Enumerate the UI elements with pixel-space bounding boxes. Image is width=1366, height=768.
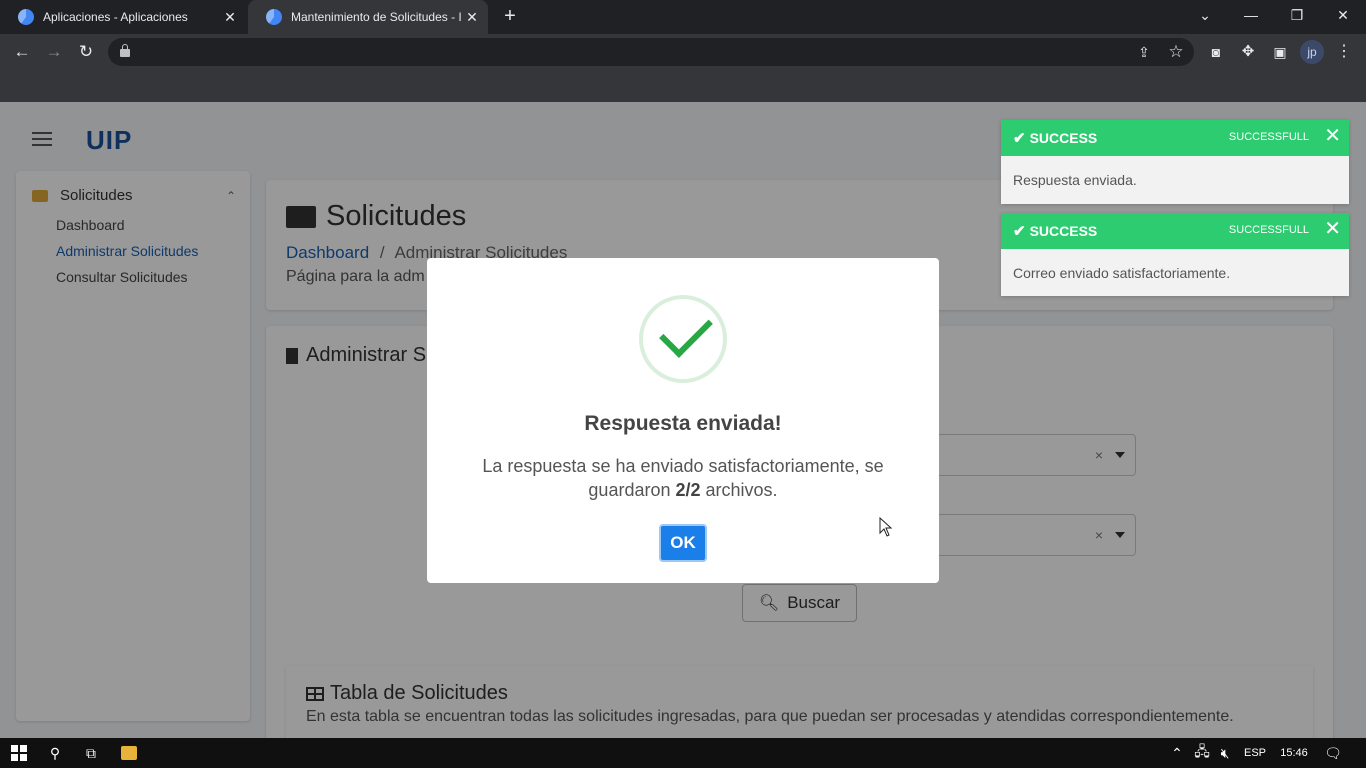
dialog-message: La respuesta se ha enviado satisfactoria…	[467, 454, 899, 502]
lock-icon	[120, 44, 130, 58]
toast-title: SUCCESS	[1029, 130, 1098, 146]
site-favicon-icon	[266, 9, 282, 25]
windows-logo-icon	[11, 745, 27, 761]
toast-close-icon[interactable]: ✕	[1324, 126, 1341, 146]
tray-chevron-up-icon[interactable]: ⌃	[1168, 738, 1186, 768]
share-icon[interactable]: ⇪	[1132, 40, 1156, 64]
ok-button[interactable]: OK	[659, 524, 707, 562]
camera-icon[interactable]: ◙	[1204, 40, 1228, 64]
toast-status: SUCCESSFULL	[1228, 224, 1309, 236]
menu-kebab-icon[interactable]: ⋮	[1332, 40, 1356, 64]
task-view-icon[interactable]: ⧉	[80, 738, 102, 768]
check-icon: ✔	[1013, 130, 1026, 147]
profile-avatar[interactable]: jp	[1300, 40, 1324, 64]
store-app-icon[interactable]	[118, 738, 140, 768]
tab-close-icon[interactable]: ✕	[464, 9, 480, 25]
dialog-file-count: 2/2	[675, 480, 701, 500]
language-indicator[interactable]: ESP	[1240, 738, 1270, 768]
reload-button[interactable]: ↻	[74, 40, 98, 64]
bookmark-bar	[0, 70, 1366, 102]
extensions-icon[interactable]: ✥	[1236, 40, 1260, 64]
dialog-message-suffix: archivos.	[700, 480, 778, 500]
volume-muted-icon[interactable]: 🔇︎	[1216, 738, 1234, 768]
web-page: UIP Solicitudes ⌃ Dashboard Administrar …	[0, 102, 1366, 738]
windows-taskbar: ⚲ ⧉ ⌃ 🖧︎ 🔇︎ ESP 15:46 🗨︎	[0, 738, 1366, 768]
check-icon: ✔	[1013, 223, 1026, 240]
tab-mantenimiento-solicitudes[interactable]: Mantenimiento de Solicitudes - I ✕	[248, 0, 488, 34]
toast-message: Correo enviado satisfactoriamente.	[1013, 265, 1231, 281]
toast-success-1: ✔ SUCCESS SUCCESSFULL ✕ Respuesta enviad…	[1001, 120, 1349, 204]
forward-button[interactable]: →	[42, 40, 66, 64]
notifications-icon[interactable]: 🗨︎	[1322, 738, 1344, 768]
search-icon[interactable]: ⚲	[44, 738, 66, 768]
back-button[interactable]: ←	[10, 40, 34, 64]
dialog-title: Respuesta enviada!	[584, 412, 782, 435]
network-icon[interactable]: 🖧︎	[1192, 738, 1212, 768]
tab-title: Aplicaciones - Aplicaciones	[43, 10, 188, 24]
tab-title: Mantenimiento de Solicitudes - I	[291, 10, 461, 24]
new-tab-button[interactable]: +	[500, 6, 520, 26]
restore-button[interactable]: ❐	[1274, 0, 1320, 30]
toast-message: Respuesta enviada.	[1013, 172, 1137, 188]
side-panel-icon[interactable]: ▣	[1268, 40, 1292, 64]
browser-toolbar: ← → ↻ ⇪ ☆ ◙ ✥ ▣ ⋮	[0, 34, 1366, 70]
success-dialog: Respuesta enviada! La respuesta se ha en…	[427, 258, 939, 583]
tab-aplicaciones[interactable]: Aplicaciones - Aplicaciones ✕	[0, 0, 246, 34]
site-favicon-icon	[18, 9, 34, 25]
bookmark-star-icon[interactable]: ☆	[1164, 40, 1188, 64]
tab-close-icon[interactable]: ✕	[222, 9, 238, 25]
toast-success-2: ✔ SUCCESS SUCCESSFULL ✕ Correo enviado s…	[1001, 213, 1349, 296]
start-button[interactable]	[8, 738, 30, 768]
toast-close-icon[interactable]: ✕	[1324, 219, 1341, 239]
clock[interactable]: 15:46	[1274, 738, 1314, 768]
toast-status: SUCCESSFULL	[1228, 131, 1309, 143]
window-close-button[interactable]: ✕	[1320, 0, 1366, 30]
address-bar[interactable]	[108, 38, 1194, 66]
mouse-cursor-icon	[879, 517, 893, 537]
tab-search-chevron-icon[interactable]: ⌄	[1182, 0, 1228, 30]
minimize-button[interactable]: —	[1228, 0, 1274, 30]
browser-tab-strip: Aplicaciones - Aplicaciones ✕ Mantenimie…	[0, 0, 1366, 34]
success-check-icon	[639, 295, 727, 383]
toast-title: SUCCESS	[1029, 223, 1098, 239]
